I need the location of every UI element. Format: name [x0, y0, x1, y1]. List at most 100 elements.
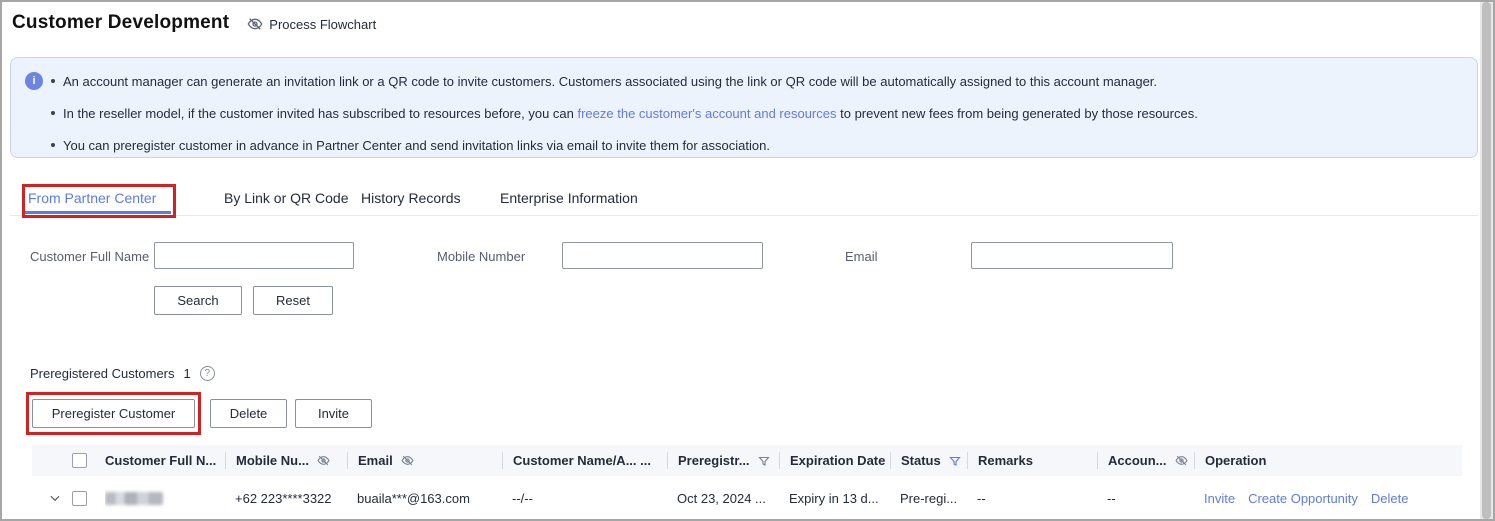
email-value: buaila***@163.com — [357, 491, 470, 506]
row-account: -- — [1097, 476, 1194, 520]
header-expand-cell — [32, 445, 66, 476]
row-checkbox-cell — [66, 476, 105, 520]
eye-off-icon[interactable] — [317, 454, 330, 467]
header-checkbox-cell — [66, 445, 105, 476]
row-customer-name-account: --/-- — [502, 476, 667, 520]
list-section-title: Preregistered Customers 1 ? — [30, 366, 215, 381]
page-title: Customer Development — [12, 12, 229, 34]
eye-off-icon — [247, 16, 263, 32]
header-status: Status — [890, 452, 967, 469]
create-opportunity-link[interactable]: Create Opportunity — [1248, 491, 1358, 506]
customer-full-name-input[interactable] — [154, 242, 354, 269]
notice-text-2-pre: In the reseller model, if the customer i… — [63, 106, 577, 121]
header-label: Mobile Nu... — [236, 453, 309, 468]
reset-button[interactable]: Reset — [253, 286, 333, 315]
notice-banner: i An account manager can generate an inv… — [10, 57, 1478, 158]
preregistration-value: Oct 23, 2024 ... — [677, 491, 766, 506]
header-mobile-number: Mobile Nu... — [225, 452, 347, 469]
customer-full-name-label: Customer Full Name — [30, 249, 149, 264]
header-label: Operation — [1205, 453, 1266, 468]
header-label: Accoun... — [1108, 453, 1167, 468]
remarks-value: -- — [977, 491, 986, 506]
help-icon[interactable]: ? — [200, 366, 215, 381]
tab-from-partner-center[interactable]: From Partner Center — [28, 190, 156, 206]
table-row: +62 223****3322 buaila***@163.com --/-- … — [32, 476, 1462, 521]
process-flowchart-link[interactable]: Process Flowchart — [247, 16, 376, 32]
header-customer-name-account: Customer Name/A... ... — [502, 452, 667, 469]
row-customer-full-name — [105, 476, 225, 520]
invite-button[interactable]: Invite — [295, 399, 372, 428]
customer-development-page: Customer Development Process Flowchart i… — [0, 0, 1495, 521]
header-remarks: Remarks — [967, 452, 1097, 469]
header-customer-full-name: Customer Full N... — [105, 445, 225, 476]
blurred-customer-name — [105, 492, 163, 505]
bullet-dot — [51, 79, 55, 83]
notice-text-1: An account manager can generate an invit… — [63, 74, 1157, 89]
tab-history-records[interactable]: History Records — [361, 190, 461, 206]
eye-off-icon[interactable] — [401, 454, 414, 467]
delete-button[interactable]: Delete — [210, 399, 287, 428]
notice-text-2-post: to prevent new fees from being generated… — [837, 106, 1198, 121]
header-preregistration: Preregistr... — [667, 452, 779, 469]
scrollbar-thumb[interactable] — [1482, 2, 1491, 519]
tabs-divider — [10, 215, 1478, 216]
tab-bar: From Partner Center By Link or QR Code H… — [2, 185, 1493, 216]
page-header: Customer Development Process Flowchart — [12, 12, 376, 34]
chevron-down-icon[interactable] — [48, 491, 62, 505]
notice-text-2: In the reseller model, if the customer i… — [63, 106, 1198, 121]
preregistered-customers-table: Customer Full N... Mobile Nu... Email Cu… — [32, 445, 1462, 521]
header-expiration-date: Expiration Date — [779, 452, 890, 469]
row-remarks: -- — [967, 476, 1097, 520]
header-operation: Operation — [1194, 452, 1462, 469]
header-email: Email — [347, 452, 502, 469]
notice-bullet-2: In the reseller model, if the customer i… — [51, 103, 1457, 123]
notice-bullet-3: You can preregister customer in advance … — [51, 135, 1457, 155]
preregister-customer-button[interactable]: Preregister Customer — [32, 399, 195, 428]
table-header-row: Customer Full N... Mobile Nu... Email Cu… — [32, 445, 1462, 476]
active-tab-underline — [25, 211, 171, 214]
header-label: Customer Name/A... ... — [513, 453, 651, 468]
preregistered-customers-label: Preregistered Customers — [30, 366, 175, 381]
filter-icon[interactable] — [758, 455, 770, 467]
search-button[interactable]: Search — [154, 286, 242, 315]
row-email: buaila***@163.com — [347, 476, 502, 520]
row-checkbox[interactable] — [72, 491, 87, 506]
freeze-account-link[interactable]: freeze the customer's account and resour… — [577, 106, 836, 121]
process-flowchart-label: Process Flowchart — [269, 17, 376, 32]
header-label: Preregistr... — [678, 453, 750, 468]
tab-by-link-or-qr-code[interactable]: By Link or QR Code — [224, 190, 349, 206]
preregistered-customers-count: 1 — [184, 366, 191, 381]
header-label: Status — [901, 453, 941, 468]
row-expand-cell — [32, 476, 66, 520]
header-account: Accoun... — [1097, 452, 1194, 469]
row-preregistration: Oct 23, 2024 ... — [667, 476, 779, 520]
mobile-number-label: Mobile Number — [437, 249, 525, 264]
customer-name-account-value: --/-- — [512, 491, 533, 506]
account-value: -- — [1107, 491, 1116, 506]
row-mobile-number: +62 223****3322 — [225, 476, 347, 520]
eye-off-icon[interactable] — [1175, 454, 1188, 467]
header-label: Customer Full N... — [105, 453, 216, 468]
select-all-checkbox[interactable] — [72, 453, 87, 468]
notice-text-3: You can preregister customer in advance … — [63, 138, 770, 153]
header-label: Email — [358, 453, 393, 468]
info-icon: i — [25, 72, 43, 90]
mobile-number-input[interactable] — [562, 242, 763, 269]
tab-enterprise-information[interactable]: Enterprise Information — [500, 190, 638, 206]
row-operation: Invite Create Opportunity Delete — [1194, 476, 1462, 520]
filter-icon-active[interactable] — [949, 455, 961, 467]
row-status: Pre-regi... — [890, 476, 967, 520]
mobile-number-value: +62 223****3322 — [235, 491, 332, 506]
vertical-scrollbar[interactable] — [1480, 2, 1493, 519]
email-label: Email — [845, 249, 878, 264]
expiration-date-value: Expiry in 13 d... — [789, 491, 879, 506]
delete-link[interactable]: Delete — [1371, 491, 1409, 506]
bullet-dot — [51, 111, 55, 115]
bullet-dot — [51, 143, 55, 147]
status-value: Pre-regi... — [900, 491, 957, 506]
row-expiration-date: Expiry in 13 d... — [779, 476, 890, 520]
invite-link[interactable]: Invite — [1204, 491, 1235, 506]
notice-bullet-1: i An account manager can generate an inv… — [25, 71, 1457, 91]
email-input[interactable] — [971, 242, 1173, 269]
header-label: Expiration Date — [790, 453, 885, 468]
